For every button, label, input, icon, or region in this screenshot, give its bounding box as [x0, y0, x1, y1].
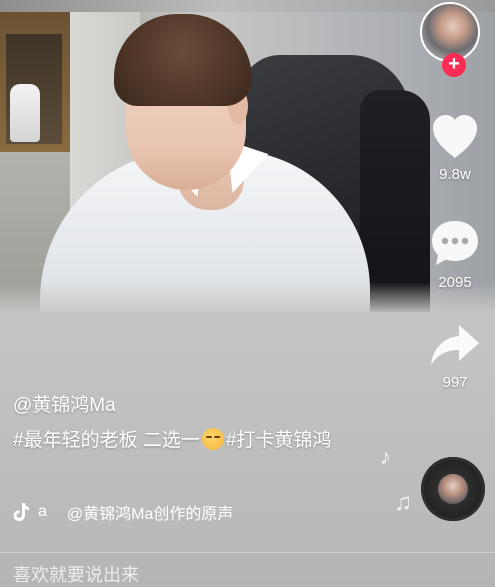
music-note-icon: ♪ — [380, 444, 391, 469]
caption-text: 二选一 — [137, 430, 200, 451]
music-disc-icon[interactable] — [421, 457, 485, 521]
music-note-icon: ♫ — [394, 489, 412, 516]
music-title: @黄锦鸿Ma创作的原声 — [66, 506, 234, 523]
video-caption: #最年轻的老板 二选一 #打卡黄锦鸿 — [13, 427, 373, 455]
comment-button[interactable]: 2095 — [427, 218, 483, 291]
comment-placeholder: 喜欢就要说出来 — [13, 565, 139, 585]
share-count: 997 — [442, 374, 468, 391]
video-fade — [0, 282, 495, 312]
comment-input[interactable]: 喜欢就要说出来 — [0, 552, 495, 587]
smirk-emoji-icon — [201, 428, 224, 450]
share-arrow-icon — [431, 325, 479, 365]
share-button[interactable]: 997 — [427, 322, 483, 391]
music-info[interactable]: a @黄锦鸿Ma创作的原声 — [12, 500, 233, 524]
music-scroll-prefix: a — [38, 503, 47, 520]
bookshelf — [0, 12, 74, 152]
shelf-item — [10, 84, 40, 142]
music-disc-cover — [438, 474, 468, 504]
like-button[interactable]: 9.8w — [427, 114, 483, 183]
video-frame[interactable] — [0, 0, 495, 312]
hashtag[interactable]: #打卡黄锦鸿 — [226, 430, 332, 451]
follow-button[interactable]: + — [442, 53, 466, 77]
comment-count: 2095 — [438, 274, 472, 291]
top-strip — [0, 0, 495, 12]
tiktok-note-icon — [13, 503, 29, 521]
comment-bubble-icon — [432, 221, 478, 265]
heart-icon — [433, 115, 477, 158]
like-count: 9.8w — [439, 166, 471, 183]
video-player[interactable]: + 9.8w 2095 997 ♪ ♫ @黄锦鸿Ma #最年轻的老板 二选一 #打… — [0, 0, 495, 587]
hashtag[interactable]: #最年轻的老板 — [13, 430, 138, 451]
author-handle[interactable]: @黄锦鸿Ma — [13, 390, 116, 417]
jacket — [360, 90, 430, 312]
